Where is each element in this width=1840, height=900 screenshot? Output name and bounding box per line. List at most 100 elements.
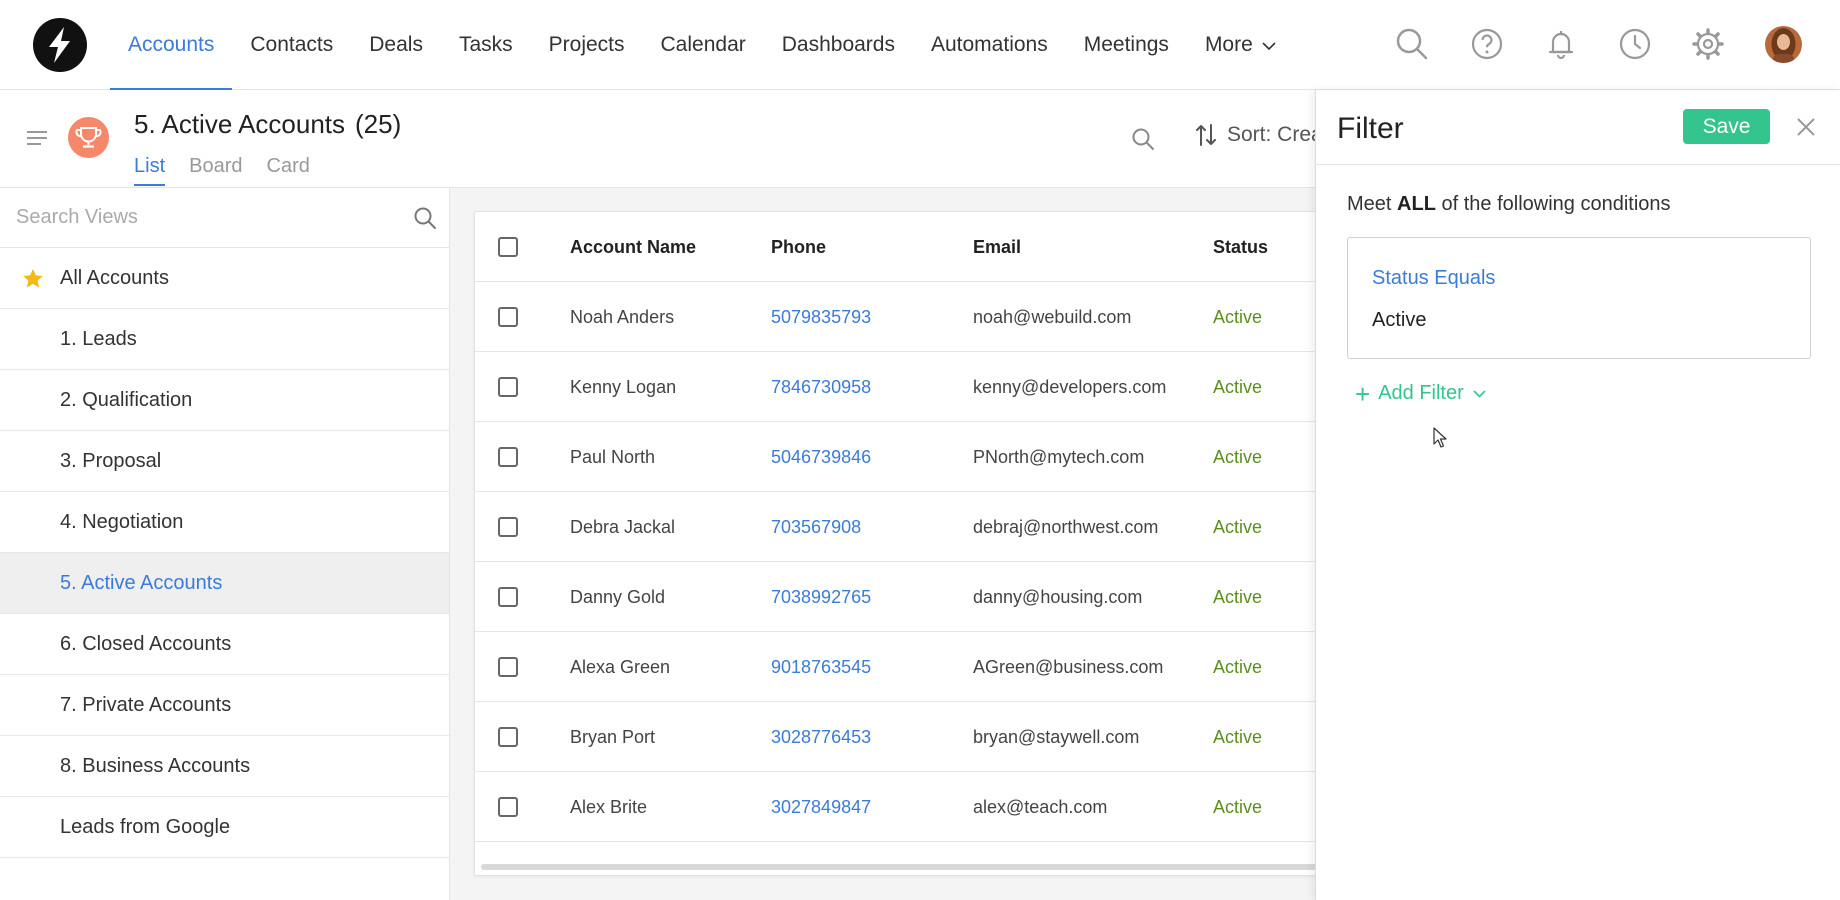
top-navigation: Accounts Contacts Deals Tasks Projects Calend… (0, 0, 1840, 91)
phone-link[interactable]: 5079835793 (771, 282, 871, 352)
gear-icon[interactable] (1691, 27, 1725, 61)
search-icon[interactable] (413, 206, 437, 230)
nav-calendar[interactable]: Calendar (643, 0, 764, 90)
row-checkbox[interactable] (498, 377, 518, 397)
nav-automations[interactable]: Automations (913, 0, 1066, 90)
account-name-cell[interactable]: Alexa Green (570, 632, 670, 702)
phone-link[interactable]: 703567908 (771, 492, 861, 562)
column-header-status[interactable]: Status (1213, 212, 1268, 282)
status-cell: Active (1213, 517, 1263, 537)
sidebar-item-label: 8. Business Accounts (60, 754, 251, 777)
close-icon[interactable] (1796, 117, 1816, 137)
table-row[interactable]: Alex Brite 3027849847 alex@teach.com Active (475, 772, 1315, 842)
clock-icon[interactable] (1618, 27, 1652, 61)
email-cell: danny@housing.com (973, 587, 1143, 607)
nav-more-label: More (1204, 33, 1253, 56)
hamburger-menu-icon[interactable] (27, 130, 47, 146)
filter-panel-header: Filter Save (1316, 90, 1840, 165)
phone-link[interactable]: 3028776453 (771, 702, 871, 772)
status-cell: Active (1213, 447, 1263, 467)
email-cell: AGreen@business.com (973, 657, 1164, 677)
sidebar-item[interactable]: 3. Proposal (0, 431, 449, 492)
sidebar-item[interactable]: 2. Qualification (0, 370, 449, 431)
nav-dashboards[interactable]: Dashboards (764, 0, 913, 90)
account-name-cell[interactable]: Debra Jackal (570, 492, 675, 562)
email-cell: debraj@northwest.com (973, 517, 1159, 537)
horizontal-scrollbar[interactable] (481, 864, 1315, 870)
table-row[interactable]: Kenny Logan 7846730958 kenny@developers.co… (475, 352, 1315, 422)
nav-dashboards-label: Dashboards (781, 33, 895, 56)
phone-link[interactable]: 7038992765 (771, 562, 871, 632)
filter-condition[interactable]: Status Equals Active (1347, 237, 1811, 359)
account-name-cell[interactable]: Noah Anders (570, 282, 674, 352)
nav-accounts-label: Accounts (128, 33, 215, 56)
row-checkbox[interactable] (498, 797, 518, 817)
condition-label[interactable]: Status Equals (1372, 267, 1495, 290)
phone-link[interactable]: 3027849847 (771, 772, 871, 842)
account-name-cell[interactable]: Alex Brite (570, 772, 647, 842)
sidebar-item-label: 5. Active Accounts (60, 571, 223, 594)
search-icon[interactable] (1131, 127, 1155, 151)
account-name-cell[interactable]: Kenny Logan (570, 352, 676, 422)
phone-link[interactable]: 5046739846 (771, 422, 871, 492)
table-row[interactable]: Alexa Green 9018763545 AGreen@business.com… (475, 632, 1315, 702)
row-checkbox[interactable] (498, 307, 518, 327)
row-checkbox[interactable] (498, 517, 518, 537)
sidebar-item[interactable]: 5. Active Accounts (0, 553, 449, 614)
account-name-cell[interactable]: Bryan Port (570, 702, 655, 772)
row-checkbox[interactable] (498, 657, 518, 677)
table-row[interactable]: Paul North 5046739846 PNorth@mytech.com Act… (475, 422, 1315, 492)
sidebar-item[interactable]: 4. Negotiation (0, 492, 449, 553)
nav-tasks[interactable]: Tasks (441, 0, 531, 90)
nav-accounts[interactable]: Accounts (110, 0, 233, 91)
bolt-icon (49, 27, 70, 63)
nav-deals[interactable]: Deals (351, 0, 441, 90)
table-row[interactable]: Debra Jackal 703567908 debraj@northwest.co… (475, 492, 1315, 562)
search-icon[interactable] (1395, 27, 1429, 61)
view-mode-tabs: List Board Card (134, 155, 310, 186)
row-checkbox[interactable] (498, 447, 518, 467)
column-header-phone[interactable]: Phone (771, 212, 826, 282)
nav-meetings[interactable]: Meetings (1066, 0, 1187, 90)
tab-card[interactable]: Card (267, 155, 310, 186)
sidebar-item[interactable]: 8. Business Accounts (0, 736, 449, 797)
tab-board[interactable]: Board (189, 155, 242, 186)
match-mode[interactable]: ALL (1397, 193, 1436, 215)
account-name-cell[interactable]: Danny Gold (570, 562, 665, 632)
sidebar-item[interactable]: 7. Private Accounts (0, 675, 449, 736)
sidebar-item[interactable]: All Accounts (0, 248, 449, 309)
nav-projects[interactable]: Projects (531, 0, 643, 90)
nav-more[interactable]: More (1187, 0, 1294, 90)
table-row[interactable]: Danny Gold 7038992765 danny@housing.com Act… (475, 562, 1315, 632)
select-all-checkbox[interactable] (498, 237, 518, 257)
row-checkbox[interactable] (498, 587, 518, 607)
nav-contacts[interactable]: Contacts (232, 0, 351, 90)
column-header-email[interactable]: Email (973, 212, 1021, 282)
sidebar-item[interactable]: Leads from Google (0, 797, 449, 858)
sidebar-item[interactable]: 1. Leads (0, 309, 449, 370)
app-logo[interactable] (33, 18, 87, 72)
add-filter-button[interactable]: + Add Filter (1355, 381, 1486, 407)
condition-value: Active (1372, 309, 1427, 331)
sidebar-item[interactable]: 6. Closed Accounts (0, 614, 449, 675)
account-name-cell[interactable]: Paul North (570, 422, 655, 492)
accounts-table: Account Name Phone Email Status Noah And… (474, 211, 1316, 876)
help-icon[interactable] (1470, 27, 1504, 61)
page-title: 5. Active Accounts (25) (134, 109, 401, 140)
table-row[interactable]: Bryan Port 3028776453 bryan@staywell.com Ac… (475, 702, 1315, 772)
status-cell: Active (1213, 797, 1263, 817)
search-views-input[interactable] (0, 188, 400, 247)
bell-icon[interactable] (1544, 27, 1578, 61)
user-avatar[interactable] (1765, 26, 1802, 63)
phone-link[interactable]: 7846730958 (771, 352, 871, 422)
column-header-account-name[interactable]: Account Name (570, 212, 696, 282)
nav-deals-label: Deals (369, 33, 423, 56)
row-checkbox[interactable] (498, 727, 518, 747)
save-button[interactable]: Save (1683, 109, 1770, 144)
main-nav: Accounts Contacts Deals Tasks Projects Calend… (110, 0, 1294, 91)
table-row[interactable]: Noah Anders 5079835793 noah@webuild.com Act… (475, 282, 1315, 352)
tab-list[interactable]: List (134, 155, 166, 186)
sort-button[interactable]: Sort: Crea (1195, 123, 1323, 147)
star-icon (22, 268, 44, 295)
phone-link[interactable]: 9018763545 (771, 632, 871, 702)
